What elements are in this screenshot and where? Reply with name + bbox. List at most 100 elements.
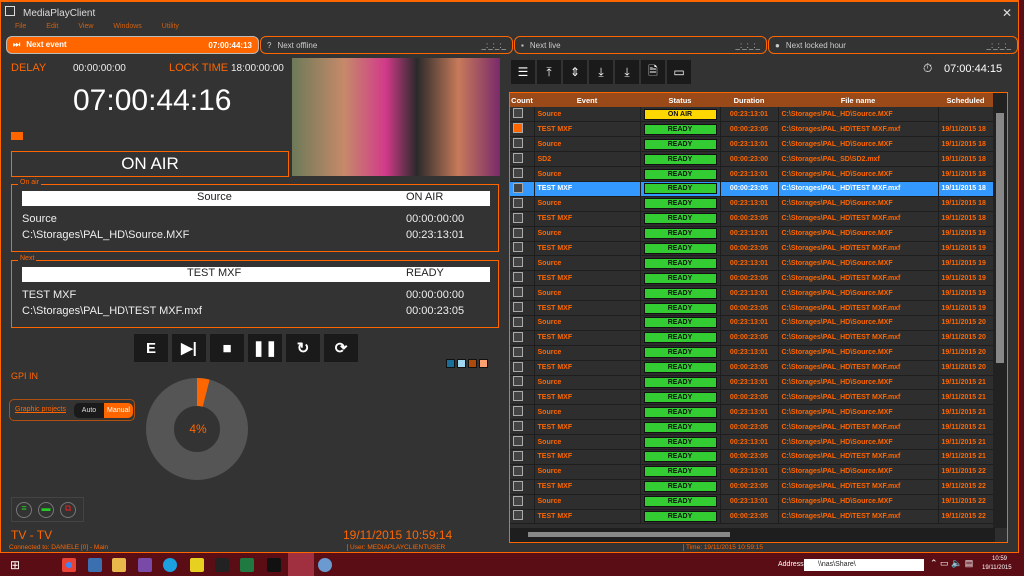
- loop-button[interactable]: ↻: [286, 334, 320, 362]
- column-header-duration[interactable]: Duration: [720, 93, 778, 107]
- tv-search-button[interactable]: ▭: [667, 60, 691, 84]
- table-row[interactable]: TEST MXF READY 00:00:23:05 C:\Storages\PAL_…: [510, 330, 994, 346]
- graphic-projects-link[interactable]: Graphic projects: [15, 406, 66, 413]
- device-status-icon[interactable]: ▬: [38, 501, 54, 518]
- menu-view[interactable]: View: [78, 23, 93, 30]
- table-row[interactable]: Source READY 00:23:13:01 C:\Storages\PAL_HD…: [510, 285, 994, 302]
- stopwatch-icon[interactable]: [513, 346, 523, 357]
- skype-icon[interactable]: [163, 558, 177, 572]
- table-row[interactable]: TEST MXF READY 00:00:23:05 C:\Storages\PAL_…: [510, 479, 994, 495]
- stopwatch-icon[interactable]: [513, 257, 523, 268]
- app-icon-yellow[interactable]: [190, 558, 204, 572]
- vertical-scrollbar[interactable]: [993, 93, 1007, 528]
- download-button[interactable]: ⤓: [589, 60, 613, 84]
- file-search-button[interactable]: 🗎: [641, 60, 665, 84]
- table-row[interactable]: TEST MXF READY 00:00:23:05 C:\Storages\PAL_…: [510, 181, 994, 197]
- stopwatch-icon[interactable]: [513, 138, 523, 149]
- tray-icons[interactable]: ⌃ ▭ 🔈 ▤: [930, 558, 973, 569]
- mediaplay-task[interactable]: [288, 553, 314, 576]
- column-header-event[interactable]: Event: [534, 93, 640, 107]
- stopwatch-icon[interactable]: [513, 302, 523, 313]
- move-top-button[interactable]: ⤒: [537, 60, 561, 84]
- stopwatch-icon[interactable]: [513, 108, 523, 119]
- stopwatch-icon[interactable]: [513, 436, 523, 447]
- stopwatch-icon[interactable]: [513, 123, 523, 134]
- auto-toggle[interactable]: Auto: [74, 403, 104, 418]
- menu-utility[interactable]: Utility: [162, 23, 179, 30]
- database-button[interactable]: ☰: [511, 60, 535, 84]
- stopwatch-icon[interactable]: [513, 376, 523, 387]
- refresh-button[interactable]: ⟳: [324, 334, 358, 362]
- stopwatch-icon[interactable]: [513, 480, 523, 491]
- table-row[interactable]: TEST MXF READY 00:00:23:05 C:\Storages\PAL_…: [510, 389, 994, 406]
- table-row[interactable]: Source READY 00:23:13:01 C:\Storages\PAL_HD…: [510, 315, 994, 331]
- output-status-icon[interactable]: ⧉: [60, 501, 76, 518]
- column-header-scheduled[interactable]: Scheduled: [938, 93, 993, 107]
- table-row[interactable]: Source READY 00:23:13:01 C:\Storages\PAL_HD…: [510, 196, 994, 212]
- horizontal-scroll-thumb[interactable]: [528, 532, 730, 537]
- table-row[interactable]: Source READY 00:23:13:01 C:\Storages\PAL_HD…: [510, 375, 994, 391]
- stopwatch-icon[interactable]: [513, 391, 523, 402]
- chrome-icon[interactable]: [62, 558, 76, 572]
- database-status-icon[interactable]: ≡: [16, 501, 32, 518]
- stopwatch-icon[interactable]: [513, 450, 523, 461]
- horizontal-scrollbar[interactable]: [510, 528, 995, 542]
- stopwatch-icon[interactable]: [513, 465, 523, 476]
- menu-file[interactable]: File: [15, 23, 26, 30]
- next-next-event[interactable]: ⏭ Next event 07:00:44:13: [6, 36, 259, 54]
- windows-start-icon[interactable]: ⊞: [10, 558, 20, 572]
- stopwatch-icon[interactable]: [513, 421, 523, 432]
- column-header-file-name[interactable]: File name: [778, 93, 938, 107]
- table-row[interactable]: Source READY 00:23:13:01 C:\Storages\PAL_HD…: [510, 136, 994, 153]
- table-row[interactable]: Source READY 00:23:13:01 C:\Storages\PAL_HD…: [510, 166, 994, 182]
- move-updown-button[interactable]: ⇕: [563, 60, 587, 84]
- network-icon[interactable]: [318, 558, 332, 572]
- menu-edit[interactable]: Edit: [46, 23, 58, 30]
- manual-toggle[interactable]: Manual: [104, 403, 133, 418]
- menu-windows[interactable]: Windows: [113, 23, 141, 30]
- table-row[interactable]: TEST MXF READY 00:00:23:05 C:\Storages\PAL_…: [510, 211, 994, 227]
- table-row[interactable]: TEST MXF READY 00:00:23:05 C:\Storages\PAL_…: [510, 360, 994, 376]
- stopwatch-icon[interactable]: [513, 197, 523, 208]
- table-row[interactable]: Source ON AIR 00:23:13:01 C:\Storages\PAL_H…: [510, 107, 994, 123]
- stopwatch-icon[interactable]: [513, 331, 523, 342]
- stopwatch-icon[interactable]: [513, 316, 523, 327]
- table-row[interactable]: Source READY 00:23:13:01 C:\Storages\PAL_HD…: [510, 226, 994, 242]
- vertical-scroll-thumb[interactable]: [996, 113, 1004, 363]
- table-row[interactable]: TEST MXF READY 00:00:23:05 C:\Storages\PAL_…: [510, 241, 994, 257]
- address-input[interactable]: \\nas\Share\: [804, 559, 924, 571]
- stopwatch-icon[interactable]: [513, 361, 523, 372]
- table-row[interactable]: TEST MXF READY 00:00:23:05 C:\Storages\PAL_…: [510, 449, 994, 465]
- table-row[interactable]: Source READY 00:23:13:01 C:\Storages\PAL_HD…: [510, 464, 994, 480]
- event-button[interactable]: E: [134, 334, 168, 362]
- stopwatch-icon[interactable]: [513, 153, 523, 164]
- download-bar-button[interactable]: ⤓: [615, 60, 639, 84]
- visual-studio-icon[interactable]: [138, 558, 152, 572]
- close-button[interactable]: ✕: [1002, 6, 1012, 20]
- table-row[interactable]: Source READY 00:23:13:01 C:\Storages\PAL_HD…: [510, 434, 994, 450]
- next-next-live[interactable]: ▪ Next live _:_:_:_: [514, 36, 767, 54]
- stopwatch-icon[interactable]: [513, 495, 523, 506]
- stopwatch-icon[interactable]: [513, 168, 523, 178]
- theme-swatch[interactable]: [457, 359, 466, 368]
- pause-button[interactable]: ❚❚: [248, 334, 282, 362]
- table-row[interactable]: Source READY 00:23:13:01 C:\Storages\PAL_HD…: [510, 345, 994, 361]
- table-row[interactable]: TEST MXF READY 00:00:23:05 C:\Storages\PAL_…: [510, 419, 994, 436]
- theme-swatch[interactable]: [468, 359, 477, 368]
- terminal-icon[interactable]: [267, 558, 281, 572]
- table-row[interactable]: SD2 READY 00:00:23:00 C:\Storages\PAL_SD\SD…: [510, 151, 994, 168]
- column-header-status[interactable]: Status: [640, 93, 720, 107]
- app-icon-dark[interactable]: [215, 558, 229, 572]
- table-row[interactable]: Source READY 00:23:13:01 C:\Storages\PAL_HD…: [510, 404, 994, 421]
- stopwatch-icon[interactable]: [513, 406, 523, 417]
- stopwatch-icon[interactable]: [513, 272, 523, 283]
- skip-next-button[interactable]: ▶|: [172, 334, 206, 362]
- excel-icon[interactable]: [240, 558, 254, 572]
- explorer-icon[interactable]: [112, 558, 126, 572]
- stopwatch-icon[interactable]: [513, 510, 523, 521]
- stopwatch-icon[interactable]: [513, 242, 523, 253]
- table-row[interactable]: Source READY 00:23:13:01 C:\Storages\PAL_HD…: [510, 255, 994, 272]
- stopwatch-icon[interactable]: [513, 227, 523, 238]
- table-row[interactable]: Source READY 00:23:13:01 C:\Storages\PAL_HD…: [510, 494, 994, 510]
- stopwatch-icon[interactable]: [513, 287, 523, 298]
